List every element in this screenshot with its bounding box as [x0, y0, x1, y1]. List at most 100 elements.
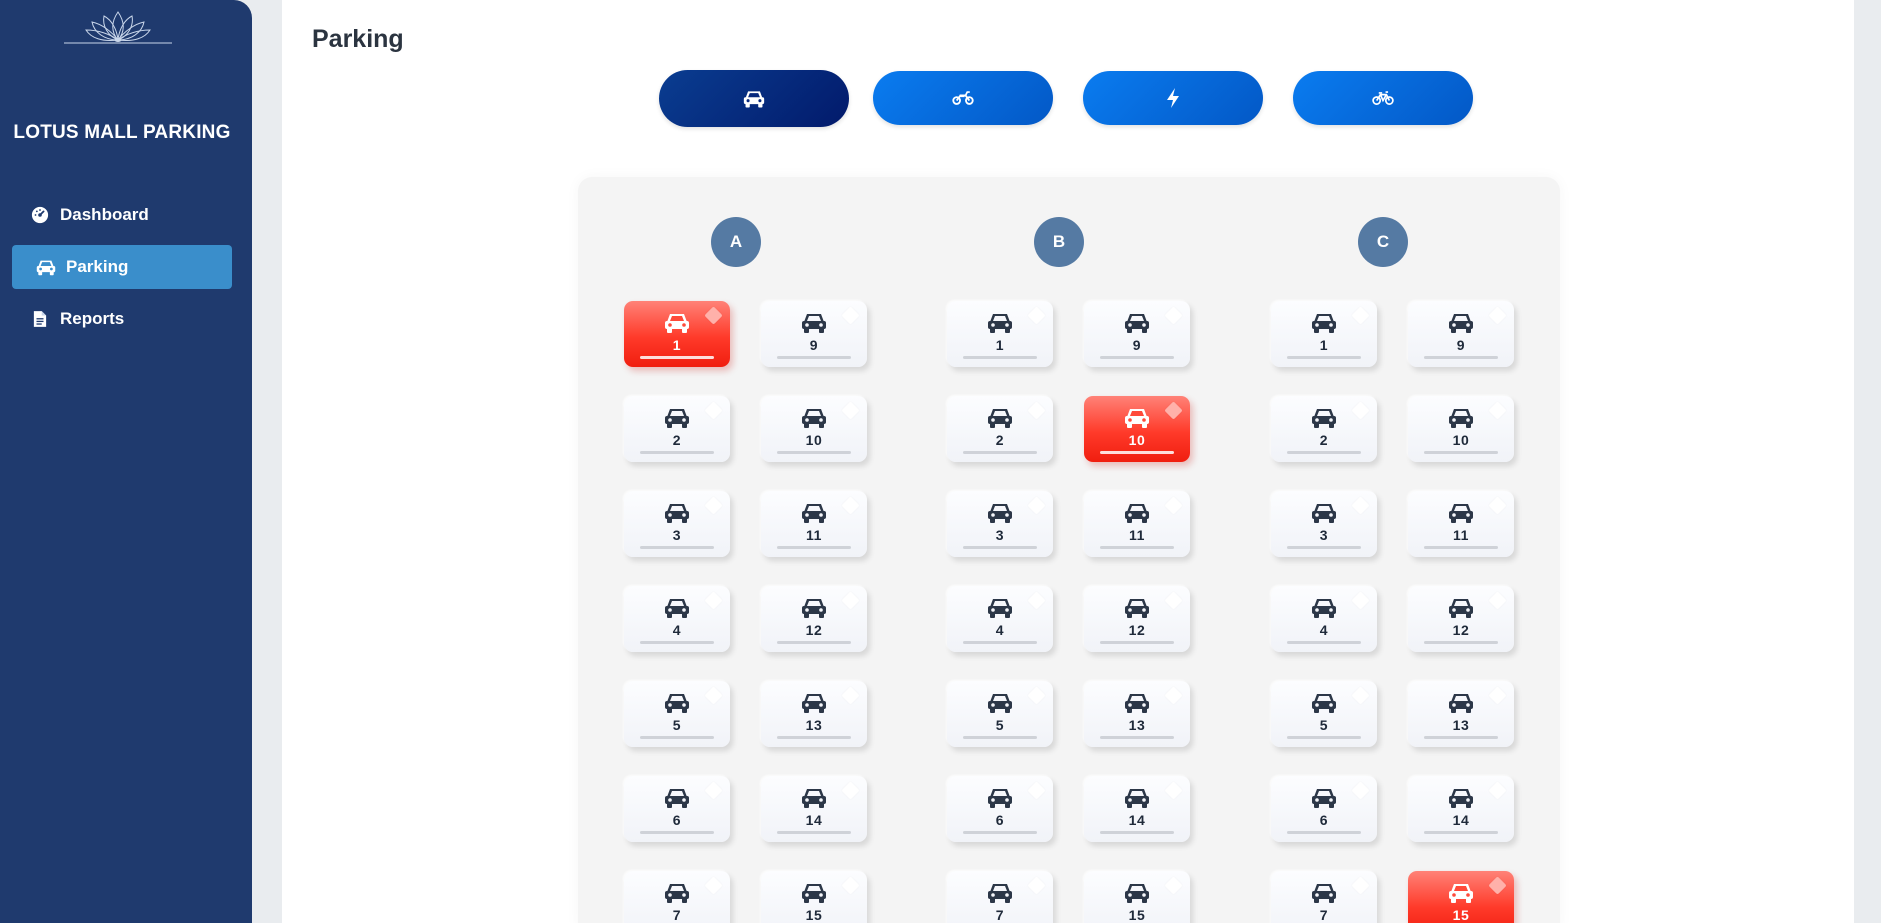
parking-slot-a-12[interactable]: 12 — [761, 586, 867, 652]
car-icon — [1448, 692, 1474, 714]
parking-slot-a-9[interactable]: 9 — [761, 301, 867, 367]
status-diamond-icon — [1351, 781, 1370, 800]
car-icon — [743, 90, 765, 107]
parking-slot-b-5[interactable]: 5 — [947, 681, 1053, 747]
slot-number: 1 — [1319, 337, 1329, 353]
parking-slot-c-1[interactable]: 1 — [1271, 301, 1377, 367]
status-diamond-icon — [1164, 496, 1183, 515]
parking-slot-b-11[interactable]: 11 — [1084, 491, 1190, 557]
parking-slot-b-15[interactable]: 15 — [1084, 871, 1190, 923]
parking-slot-c-13[interactable]: 13 — [1408, 681, 1514, 747]
parking-slot-b-6[interactable]: 6 — [947, 776, 1053, 842]
status-diamond-icon — [841, 686, 860, 705]
slot-number: 9 — [809, 337, 819, 353]
slot-number: 13 — [1128, 717, 1146, 733]
parking-slot-a-3[interactable]: 3 — [624, 491, 730, 557]
sidebar-item-dashboard[interactable]: Dashboard — [12, 193, 232, 237]
slot-indicator-line — [1100, 451, 1174, 454]
status-diamond-icon — [1488, 781, 1507, 800]
parking-slot-a-7[interactable]: 7 — [624, 871, 730, 923]
car-icon — [1311, 312, 1337, 334]
slot-number: 2 — [672, 432, 682, 448]
parking-slot-a-2[interactable]: 2 — [624, 396, 730, 462]
slot-number: 15 — [1452, 907, 1470, 923]
parking-slot-a-13[interactable]: 13 — [761, 681, 867, 747]
slot-number: 14 — [805, 812, 823, 828]
sidebar-item-reports[interactable]: Reports — [12, 297, 232, 341]
slot-number: 11 — [1453, 527, 1469, 543]
tab-car[interactable] — [659, 70, 849, 127]
parking-slot-b-13[interactable]: 13 — [1084, 681, 1190, 747]
parking-slot-c-6[interactable]: 6 — [1271, 776, 1377, 842]
parking-slot-a-14[interactable]: 14 — [761, 776, 867, 842]
status-diamond-icon — [1351, 876, 1370, 895]
parking-slot-c-12[interactable]: 12 — [1408, 586, 1514, 652]
parking-slot-b-14[interactable]: 14 — [1084, 776, 1190, 842]
status-diamond-icon — [1488, 496, 1507, 515]
slot-indicator-line — [777, 546, 851, 549]
status-diamond-icon — [1027, 876, 1046, 895]
status-diamond-icon — [1488, 591, 1507, 610]
status-diamond-icon — [704, 401, 723, 420]
parking-slot-b-4[interactable]: 4 — [947, 586, 1053, 652]
parking-slot-b-12[interactable]: 12 — [1084, 586, 1190, 652]
parking-slot-c-7[interactable]: 7 — [1271, 871, 1377, 923]
status-diamond-icon — [704, 591, 723, 610]
car-icon — [987, 692, 1013, 714]
car-icon — [1124, 407, 1150, 429]
sidebar-item-parking[interactable]: Parking — [12, 245, 232, 289]
sidebar: LOTUS MALL PARKING Dashboard Parking Rep… — [0, 0, 252, 923]
parking-slot-c-9[interactable]: 9 — [1408, 301, 1514, 367]
parking-slot-c-4[interactable]: 4 — [1271, 586, 1377, 652]
slot-indicator-line — [777, 736, 851, 739]
parking-slot-b-1[interactable]: 1 — [947, 301, 1053, 367]
slot-number: 12 — [805, 622, 823, 638]
section-badge-c: C — [1358, 217, 1408, 267]
parking-slot-b-9[interactable]: 9 — [1084, 301, 1190, 367]
parking-slot-c-10[interactable]: 10 — [1408, 396, 1514, 462]
tab-motorcycle[interactable] — [873, 71, 1053, 125]
parking-slot-a-5[interactable]: 5 — [624, 681, 730, 747]
parking-slot-b-7[interactable]: 7 — [947, 871, 1053, 923]
parking-slot-a-1[interactable]: 1 — [624, 301, 730, 367]
parking-slot-b-10[interactable]: 10 — [1084, 396, 1190, 462]
tab-electric[interactable] — [1083, 71, 1263, 125]
parking-slot-c-3[interactable]: 3 — [1271, 491, 1377, 557]
car-icon — [1448, 787, 1474, 809]
status-diamond-icon — [1488, 306, 1507, 325]
parking-slot-c-2[interactable]: 2 — [1271, 396, 1377, 462]
slot-indicator-line — [963, 546, 1037, 549]
slot-indicator-line — [963, 831, 1037, 834]
status-diamond-icon — [841, 781, 860, 800]
slot-indicator-line — [1100, 641, 1174, 644]
slot-indicator-line — [777, 641, 851, 644]
status-diamond-icon — [1164, 686, 1183, 705]
slot-indicator-line — [1424, 451, 1498, 454]
parking-slot-a-10[interactable]: 10 — [761, 396, 867, 462]
parking-slot-c-15[interactable]: 15 — [1408, 871, 1514, 923]
car-icon — [987, 502, 1013, 524]
tab-bicycle[interactable] — [1293, 71, 1473, 125]
app-brand-title: LOTUS MALL PARKING — [13, 122, 231, 143]
parking-slot-c-14[interactable]: 14 — [1408, 776, 1514, 842]
car-icon — [1448, 597, 1474, 619]
parking-slot-c-5[interactable]: 5 — [1271, 681, 1377, 747]
parking-slot-c-11[interactable]: 11 — [1408, 491, 1514, 557]
car-icon — [987, 882, 1013, 904]
parking-slot-a-15[interactable]: 15 — [761, 871, 867, 923]
status-diamond-icon — [704, 496, 723, 515]
slot-number: 14 — [1452, 812, 1470, 828]
parking-slot-b-2[interactable]: 2 — [947, 396, 1053, 462]
slot-number: 1 — [672, 337, 682, 353]
bicycle-icon — [1372, 91, 1394, 105]
parking-slot-a-6[interactable]: 6 — [624, 776, 730, 842]
status-diamond-icon — [1488, 401, 1507, 420]
parking-slot-a-11[interactable]: 11 — [761, 491, 867, 557]
car-icon — [1311, 882, 1337, 904]
car-icon — [987, 407, 1013, 429]
parking-slot-b-3[interactable]: 3 — [947, 491, 1053, 557]
sidebar-nav: Dashboard Parking Reports — [12, 193, 232, 349]
slot-number: 5 — [672, 717, 682, 733]
slot-indicator-line — [640, 831, 714, 834]
parking-slot-a-4[interactable]: 4 — [624, 586, 730, 652]
